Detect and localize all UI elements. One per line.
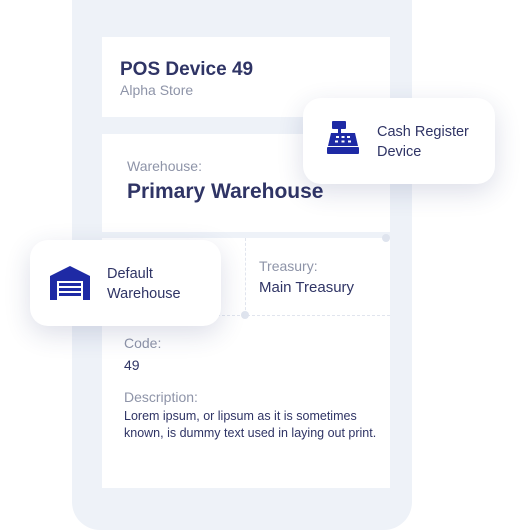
divider-dot xyxy=(241,311,249,319)
code-value: 49 xyxy=(124,357,140,373)
treasury-label: Treasury: xyxy=(259,258,318,274)
warehouse-value: Primary Warehouse xyxy=(127,180,324,203)
description-value: Lorem ipsum, or lipsum as it is sometime… xyxy=(124,409,377,440)
device-title: POS Device 49 xyxy=(120,59,254,80)
cash-register-line2: Device xyxy=(377,144,422,160)
warehouse-label: Warehouse: xyxy=(127,158,202,174)
description-label: Description: xyxy=(124,389,198,405)
treasury-value: Main Treasury xyxy=(259,279,355,296)
code-label: Code: xyxy=(124,335,162,351)
warehouse-icon xyxy=(49,265,91,306)
default-warehouse-line1: Default xyxy=(107,266,153,282)
divider-vertical xyxy=(245,238,246,315)
divider-dot xyxy=(382,234,390,242)
device-store: Alpha Store xyxy=(120,82,194,98)
cash-register-badge: Cash Register Device xyxy=(303,98,495,184)
cash-register-line1: Cash Register xyxy=(377,124,469,140)
cash-register-icon xyxy=(325,120,361,161)
default-warehouse-line2: Warehouse xyxy=(107,286,181,302)
default-warehouse-badge: Default Warehouse xyxy=(30,240,221,326)
